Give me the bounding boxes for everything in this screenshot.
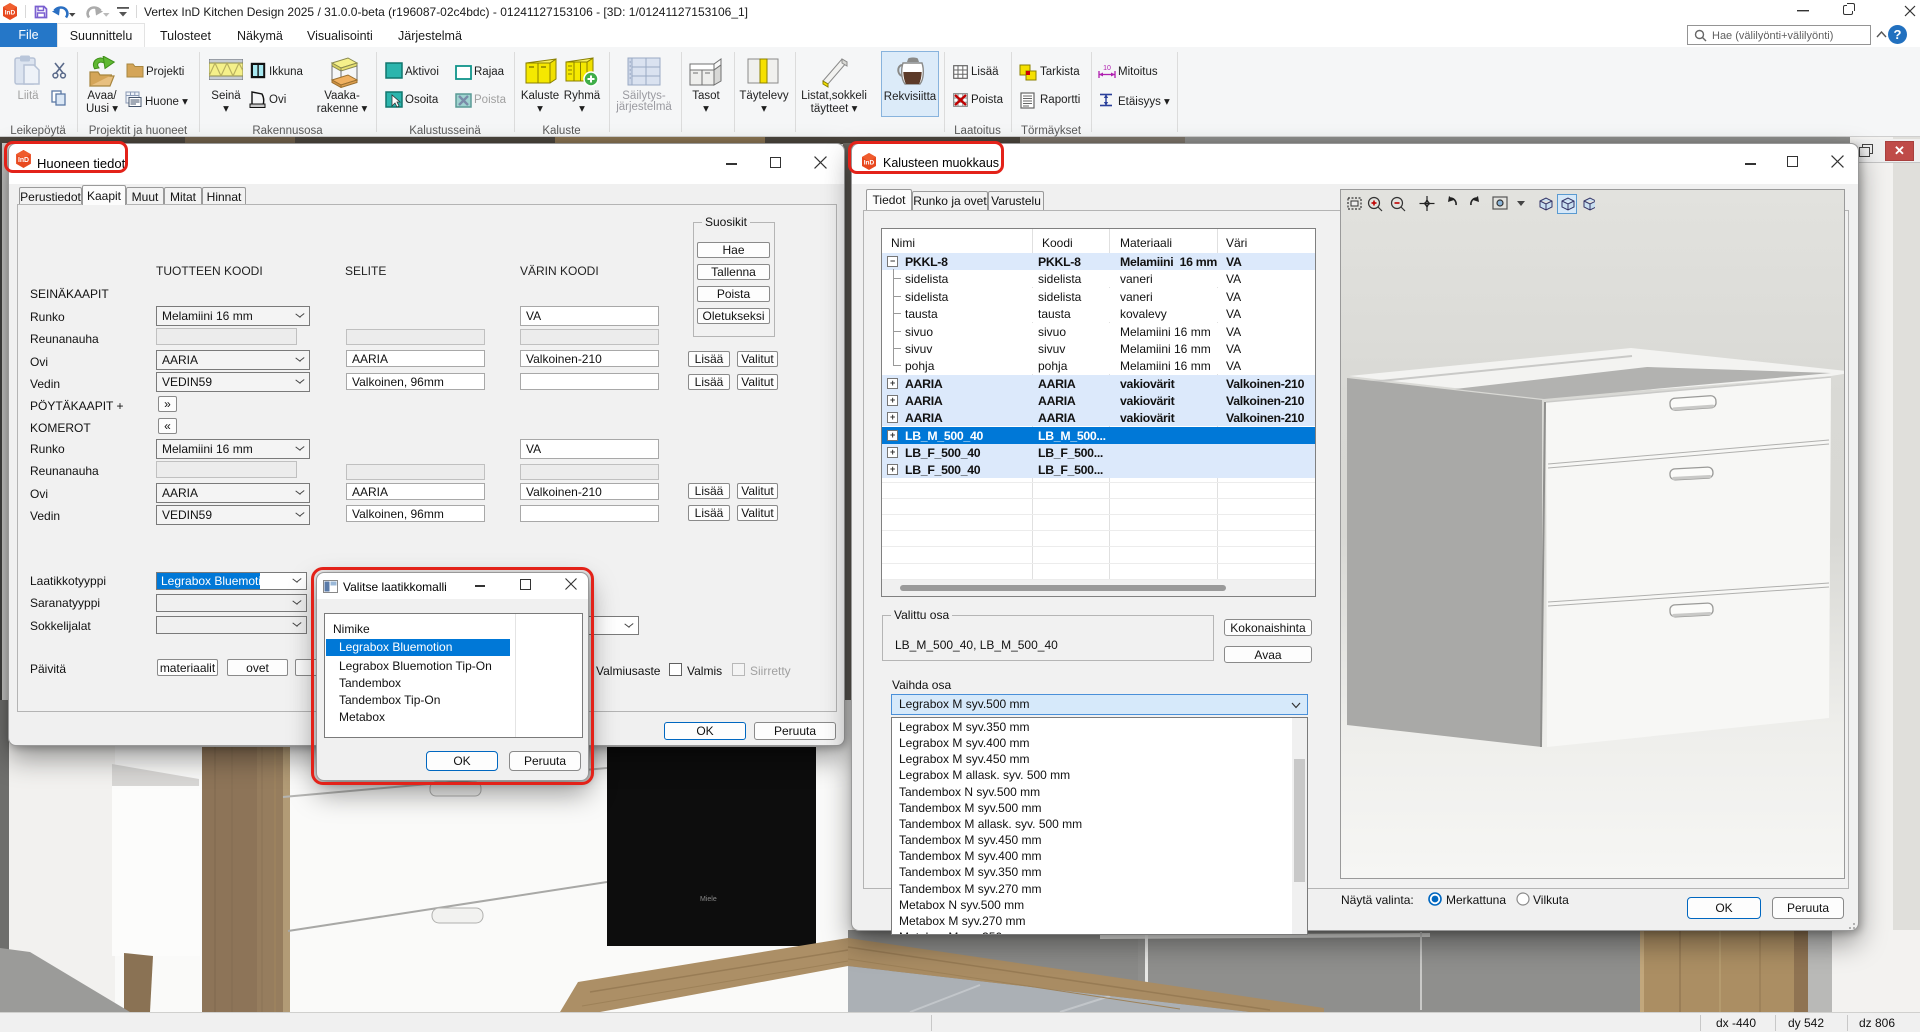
svg-text:10: 10 (1103, 65, 1111, 72)
svg-text:InD: InD (5, 10, 16, 17)
svg-text:Miele: Miele (700, 896, 717, 903)
